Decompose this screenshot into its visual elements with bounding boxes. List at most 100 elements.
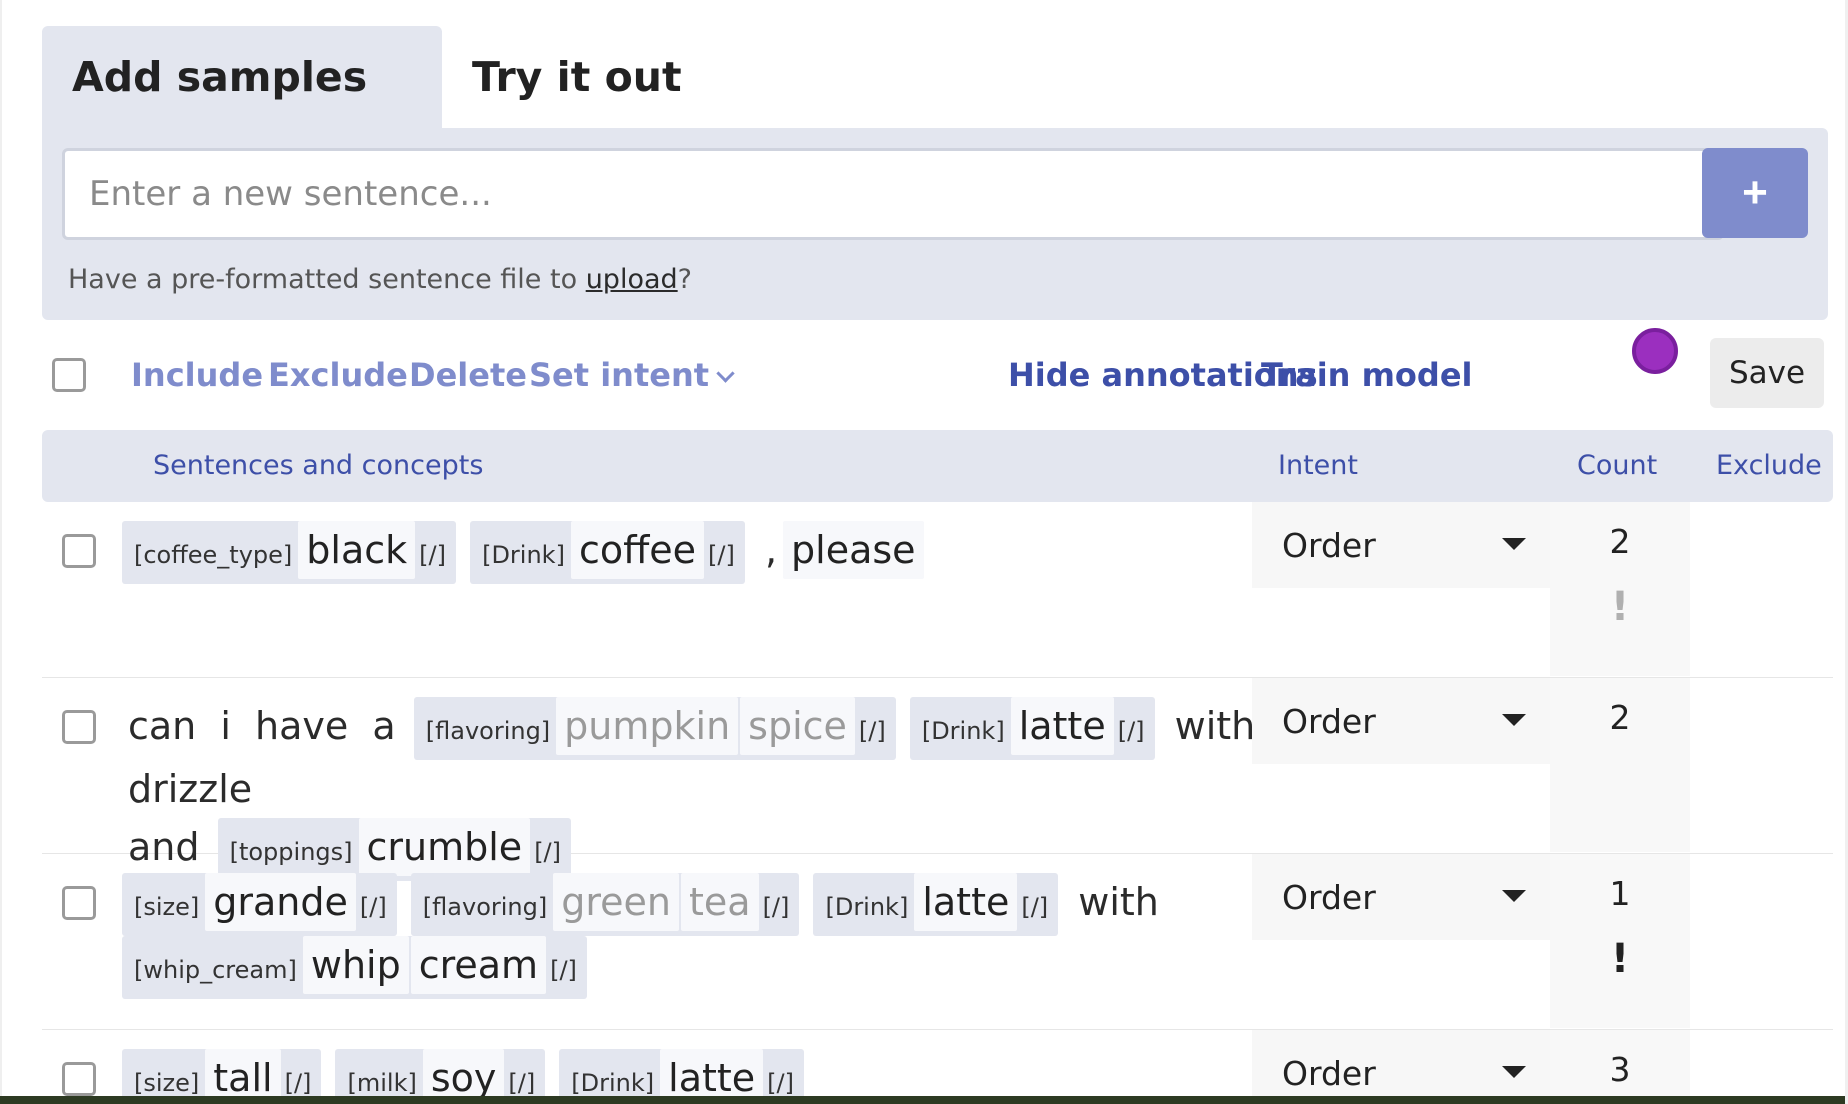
tab-bar: Add samples Try it out [42, 26, 712, 128]
concept-annotation[interactable]: [milk] soy [/] [335, 1049, 546, 1096]
intent-select[interactable]: Order [1252, 678, 1552, 764]
table-header: Sentences and concepts Intent Count Excl… [42, 430, 1833, 502]
chevron-down-icon [716, 364, 735, 383]
intent-value: Order [1282, 1053, 1376, 1093]
count-cell: 2 [1550, 678, 1690, 852]
table-row: [size] tall [/] [milk] soy [/] [Drink] latte[… [42, 1030, 1833, 1096]
tab-try-it-out[interactable]: Try it out [442, 26, 712, 128]
plus-icon: + [1742, 168, 1768, 217]
token: green [553, 873, 679, 931]
intent-select[interactable]: Order [1252, 854, 1552, 940]
toolbar: Include Exclude Delete Set intent Hide a… [42, 322, 1828, 430]
concept-annotation[interactable]: [size] grande [/] [122, 873, 397, 936]
notification-dot [1632, 328, 1678, 374]
concept-close-tag: [/] [858, 717, 886, 745]
concept-tag: [size] [134, 1069, 200, 1096]
intent-value: Order [1282, 701, 1376, 741]
concept-close-tag: [/] [284, 1069, 312, 1096]
concept-close-tag: [/] [419, 541, 446, 569]
concept-tag: [whip_cream] [134, 956, 297, 984]
desktop-background-strip [0, 1096, 1848, 1104]
header-count: Count [1577, 450, 1658, 481]
upload-hint: Have a pre-formatted sentence file to up… [68, 264, 692, 295]
concept-annotation[interactable]: [whip_cream] whip cream [/] [122, 936, 587, 999]
concept-close-tag: [/] [762, 893, 790, 921]
token: tall [205, 1049, 281, 1096]
concept-annotation[interactable]: [flavoring] pumpkin spice [/] [413, 697, 896, 760]
save-button[interactable]: Save [1710, 338, 1824, 408]
token: spice [740, 697, 855, 755]
concept-tag: [coffee_type] [134, 541, 293, 569]
table-row: [coffee_type] black [/] [Drink] coffee [/] ,… [42, 502, 1833, 678]
add-sentence-panel: + Have a pre-formatted sentence file to … [42, 128, 1828, 320]
token: coffee [570, 521, 705, 579]
token: soy [422, 1049, 505, 1096]
word: a [372, 704, 396, 748]
count-value: 3 [1609, 1050, 1631, 1089]
concept-close-tag: [/] [508, 1069, 536, 1096]
concept-close-tag: [/] [550, 956, 577, 984]
delete-button[interactable]: Delete [409, 356, 527, 394]
count-value: 2 [1609, 522, 1631, 561]
row-checkbox[interactable] [62, 710, 96, 744]
concept-close-tag: [/] [1117, 717, 1145, 745]
page: Add samples Try it out + Have a pre-form… [0, 0, 1848, 1104]
concept-annotation[interactable]: [Drink] latte [/] [559, 1049, 804, 1096]
upload-link[interactable]: upload [586, 264, 678, 295]
table-row: can i have a [flavoring] pumpkin spice [/] … [42, 678, 1833, 881]
concept-tag: [Drink] [921, 717, 1005, 745]
row-checkbox[interactable] [62, 886, 96, 920]
concept-annotation[interactable]: [flavoring] green tea [/] [410, 873, 800, 936]
word: drizzle [128, 767, 253, 811]
tab-add-samples[interactable]: Add samples [42, 26, 442, 128]
word: i [220, 704, 231, 748]
word: , [764, 528, 778, 572]
count-cell: 2 ! [1550, 502, 1690, 676]
intent-value: Order [1282, 877, 1376, 917]
warning-icon: ! [1610, 584, 1630, 630]
concept-close-tag: [/] [359, 893, 387, 921]
row-checkbox[interactable] [62, 1062, 96, 1096]
sentence-text: [coffee_type] black [/] [Drink] coffee [/] ,… [122, 521, 1282, 584]
token: cream [410, 936, 547, 994]
concept-annotation[interactable]: [size] tall [/] [122, 1049, 322, 1096]
intent-select[interactable]: Order [1252, 502, 1552, 588]
sentence-text: [size] grande [/] [flavoring] green tea [/] [… [122, 873, 1282, 999]
count-value: 1 [1609, 874, 1631, 913]
sentence-text: [size] tall [/] [milk] soy [/] [Drink] latte[… [122, 1049, 1282, 1096]
token: please [783, 521, 924, 579]
token: grande [205, 873, 356, 931]
token: black [298, 521, 416, 579]
add-sentence-button[interactable]: + [1702, 148, 1808, 238]
concept-tag: [Drink] [825, 893, 909, 921]
set-intent-dropdown[interactable]: Set intent [529, 356, 735, 394]
table-row: [size] grande [/] [flavoring] green tea [/] [… [42, 854, 1833, 1030]
left-edge [0, 0, 2, 1104]
concept-annotation[interactable]: [Drink] coffee [/] [470, 521, 745, 584]
select-all-checkbox[interactable] [52, 358, 86, 392]
row-checkbox[interactable] [62, 534, 96, 568]
count-cell: 3 [1550, 1030, 1690, 1096]
header-sentences: Sentences and concepts [153, 450, 484, 481]
include-button[interactable]: Include [131, 356, 263, 394]
concept-annotation[interactable]: [coffee_type] black [/] [122, 521, 456, 584]
word: with [1174, 704, 1256, 748]
concept-tag: [flavoring] [422, 893, 548, 921]
concept-tag: [milk] [347, 1069, 417, 1096]
word: can [128, 704, 197, 748]
count-value: 2 [1609, 698, 1631, 737]
concept-annotation[interactable]: [Drink] latte [/] [813, 873, 1059, 936]
warning-icon: ! [1610, 936, 1630, 982]
concept-annotation[interactable]: [Drink] latte [/] [909, 697, 1155, 760]
intent-select[interactable]: Order [1252, 1030, 1552, 1096]
caret-down-icon [1502, 1066, 1526, 1078]
train-model-button[interactable]: Train model [1261, 356, 1472, 394]
concept-tag: [flavoring] [425, 717, 551, 745]
caret-down-icon [1502, 538, 1526, 550]
token: pumpkin [556, 697, 739, 755]
concept-tag: [size] [134, 893, 200, 921]
token: latte [660, 1049, 764, 1096]
token: tea [680, 873, 759, 931]
exclude-button[interactable]: Exclude [268, 356, 408, 394]
new-sentence-input[interactable] [62, 148, 1724, 240]
